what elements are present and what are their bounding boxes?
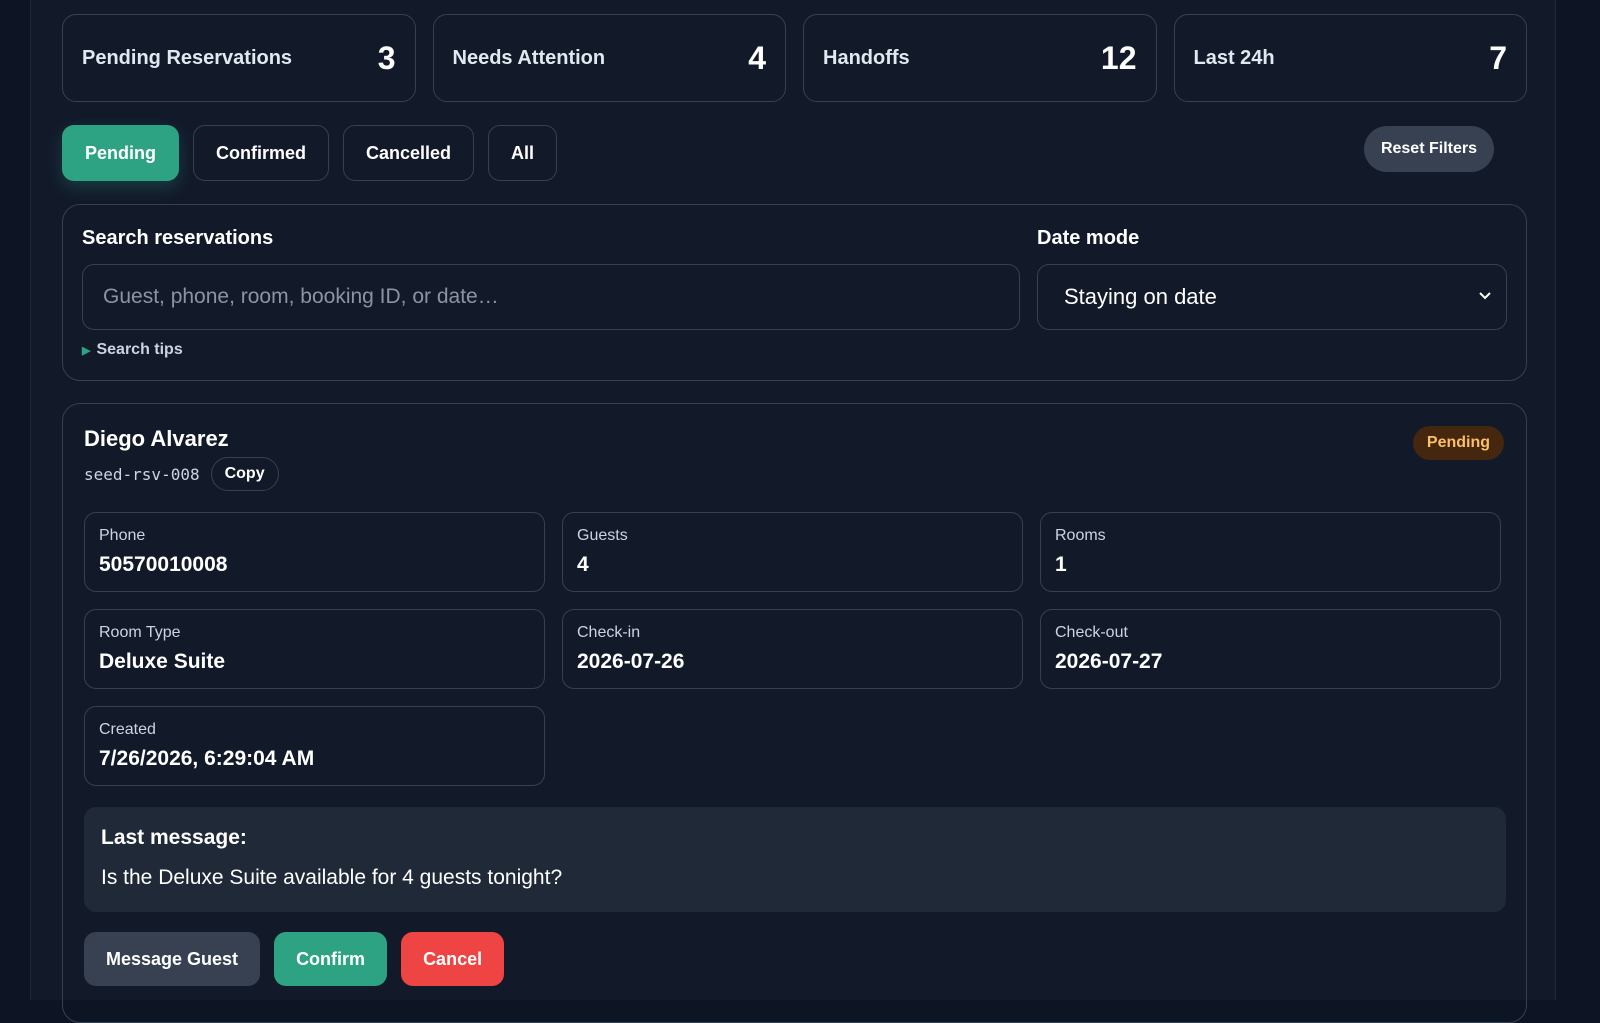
last-message-text: Is the Deluxe Suite available for 4 gues… (101, 866, 563, 889)
detail-value: 2026-07-27 (1055, 650, 1163, 673)
stat-value: 12 (1100, 39, 1137, 76)
stat-value: 3 (377, 39, 396, 76)
detail-label: Guests (577, 527, 628, 544)
detail-label: Room Type (99, 624, 181, 641)
search-tips-label: Search tips (96, 341, 183, 358)
last-message-box: Last message: Is the Deluxe Suite availa… (84, 807, 1506, 912)
stat-label: Last 24h (1193, 46, 1275, 69)
detail-value: 4 (577, 553, 589, 576)
tab-confirmed[interactable]: Confirmed (193, 125, 329, 181)
detail-phone: Phone 50570010008 (84, 512, 545, 592)
detail-value: 7/26/2026, 6:29:04 AM (99, 747, 315, 770)
detail-rooms: Rooms 1 (1040, 512, 1501, 592)
copy-button[interactable]: Copy (210, 457, 279, 491)
status-badge: Pending (1412, 426, 1504, 460)
reset-filters-button[interactable]: Reset Filters (1363, 126, 1494, 172)
confirm-button[interactable]: Confirm (274, 932, 388, 986)
tab-all[interactable]: All (488, 125, 558, 181)
date-mode-label: Date mode (1037, 227, 1140, 249)
reservation-details: Phone 50570010008 Guests 4 Rooms 1 Room … (84, 512, 1506, 786)
detail-room-type: Room Type Deluxe Suite (84, 609, 545, 689)
tab-pending[interactable]: Pending (62, 125, 179, 181)
detail-label: Check-in (577, 624, 641, 641)
cancel-button[interactable]: Cancel (401, 932, 505, 986)
stats-row: Pending Reservations 3 Needs Attention 4… (62, 14, 1527, 102)
guest-name: Diego Alvarez (84, 426, 229, 451)
stat-card-handoffs: Handoffs 12 (803, 14, 1157, 102)
detail-value: Deluxe Suite (99, 650, 226, 673)
detail-value: 50570010008 (99, 553, 228, 576)
search-label: Search reservations (82, 227, 274, 249)
detail-created: Created 7/26/2026, 6:29:04 AM (84, 706, 545, 786)
stat-label: Pending Reservations (82, 46, 293, 69)
stat-card-last-24h: Last 24h 7 (1173, 14, 1527, 102)
date-mode-select[interactable]: Staying on date (1037, 264, 1507, 330)
last-message-title: Last message: (101, 826, 247, 849)
detail-label: Rooms (1055, 527, 1106, 544)
stat-value: 4 (748, 39, 766, 76)
reservation-card: Diego Alvarez seed-rsv-008 Copy Pending … (62, 403, 1527, 1023)
detail-value: 1 (1055, 553, 1067, 576)
date-mode-value: Staying on date (1064, 284, 1217, 309)
stat-value: 7 (1489, 39, 1507, 76)
booking-id-row: seed-rsv-008 Copy (84, 457, 279, 491)
reservation-actions: Message Guest Confirm Cancel (84, 932, 505, 986)
search-tips-toggle[interactable]: ▶ Search tips (82, 341, 183, 359)
stat-label: Needs Attention (452, 46, 606, 69)
tab-cancelled[interactable]: Cancelled (343, 125, 475, 181)
booking-id: seed-rsv-008 (84, 464, 200, 484)
detail-check-in: Check-in 2026-07-26 (562, 609, 1023, 689)
message-guest-button[interactable]: Message Guest (84, 932, 261, 986)
detail-check-out: Check-out 2026-07-27 (1040, 609, 1501, 689)
search-panel: Search reservations Date mode Staying on… (62, 204, 1527, 381)
status-filter-tabs: Pending Confirmed Cancelled All (62, 125, 558, 181)
stat-card-pending-reservations: Pending Reservations 3 (62, 14, 416, 102)
stat-label: Handoffs (823, 46, 910, 69)
detail-label: Phone (99, 527, 146, 544)
stat-card-needs-attention: Needs Attention 4 (432, 14, 786, 102)
chevron-down-icon (1478, 288, 1492, 306)
detail-value: 2026-07-26 (577, 650, 685, 673)
search-input[interactable] (82, 264, 1020, 330)
detail-label: Created (99, 721, 156, 738)
detail-label: Check-out (1055, 624, 1128, 641)
triangle-right-icon: ▶ (82, 344, 91, 357)
detail-guests: Guests 4 (562, 512, 1023, 592)
app-shell: Pending Reservations 3 Needs Attention 4… (30, 0, 1556, 1023)
